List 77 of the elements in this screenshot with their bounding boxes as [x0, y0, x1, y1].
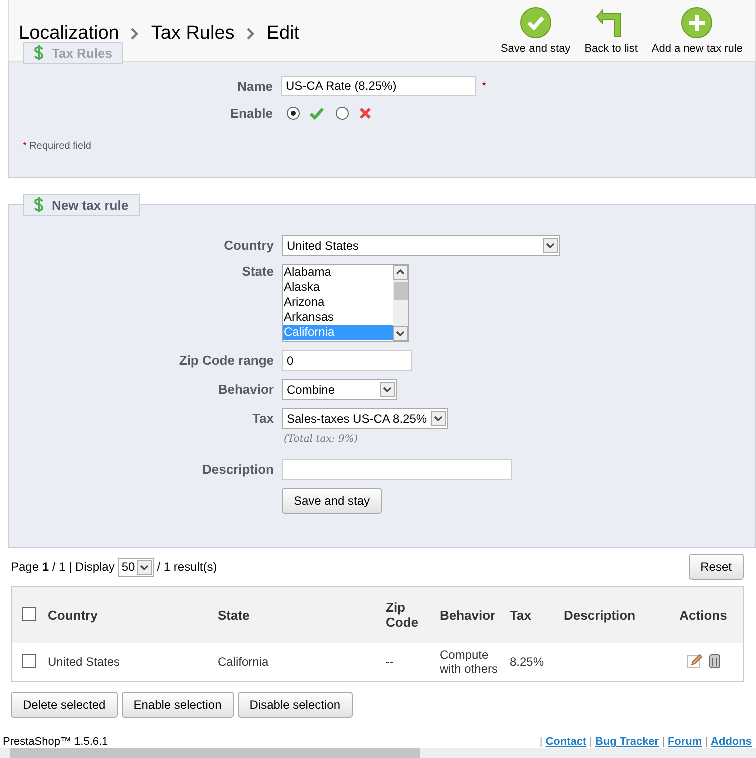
behavior-dropdown[interactable]: Combine: [282, 379, 397, 400]
name-field[interactable]: US-CA Rate (8.25%): [281, 76, 476, 96]
radio-button[interactable]: [336, 107, 349, 120]
required-mark: *: [482, 79, 487, 93]
list-option[interactable]: Alabama: [283, 265, 393, 280]
radio-button[interactable]: [287, 107, 300, 120]
separator: |: [590, 736, 592, 748]
pagination-text: Page 1 / 1 | Display: [11, 560, 115, 574]
result-count: / 1 result(s): [157, 560, 218, 574]
toolbar-button[interactable]: Back to list: [584, 7, 638, 55]
checkmark-icon: [520, 7, 552, 39]
horizontal-scrollbar[interactable]: [0, 748, 756, 758]
field-label: Tax: [252, 411, 274, 426]
column-header: Tax: [506, 586, 560, 643]
bulk-action-button[interactable]: Delete selected: [11, 692, 118, 718]
table-cell: United States: [44, 643, 214, 682]
field-label: Description: [201, 462, 274, 477]
scrollbar-thumb[interactable]: [10, 748, 420, 758]
save-and-stay-button[interactable]: Save and stay: [282, 488, 382, 514]
toolbar-button[interactable]: Add a new tax rule: [652, 7, 743, 55]
list-option[interactable]: Arkansas: [283, 310, 393, 325]
table-cell: California: [214, 643, 382, 682]
dollar-icon: [34, 45, 44, 61]
legend-title: Tax Rules: [52, 46, 112, 60]
footer-link[interactable]: Contact: [546, 736, 587, 748]
breadcrumb-item: Edit: [266, 23, 300, 45]
bulk-action-button[interactable]: Enable selection: [122, 692, 234, 718]
chevron-icon: [246, 28, 255, 40]
plus-icon: [681, 7, 714, 39]
version-text: PrestaShop™ 1.5.6.1: [3, 736, 108, 748]
table-cell: 8.25%: [506, 643, 560, 682]
list-option[interactable]: Alaska: [283, 280, 393, 295]
total-tax-note: (Total tax: 9%): [284, 434, 360, 445]
field-label: Zip Code range: [178, 353, 274, 368]
dollar-icon: [34, 197, 44, 213]
pencil-icon[interactable]: [686, 652, 702, 668]
scrollbar-thumb[interactable]: [394, 282, 408, 300]
breadcrumb-item[interactable]: Localization: [19, 23, 120, 45]
field-label: Behavior: [217, 382, 274, 397]
column-header: Description: [560, 586, 664, 643]
scrollbar[interactable]: [393, 265, 408, 341]
state-listbox[interactable]: Alabama Alaska Arizona Arkansas California: [282, 264, 409, 342]
chevron-icon: [131, 28, 140, 40]
table-cell: --: [382, 643, 436, 682]
bulk-action-button[interactable]: Disable selection: [238, 692, 352, 718]
tax-dropdown[interactable]: Sales-taxes US-CA 8.25%: [282, 408, 448, 429]
column-header: Country: [44, 586, 214, 643]
zip-code-field[interactable]: 0: [282, 350, 412, 371]
table-cell: Compute with others: [436, 643, 506, 682]
footer-link[interactable]: Forum: [668, 736, 702, 748]
field-label: Country: [223, 238, 274, 253]
select-all-checkbox[interactable]: [22, 606, 36, 620]
footer-link[interactable]: Addons: [711, 736, 752, 748]
breadcrumb-item[interactable]: Tax Rules: [151, 23, 235, 45]
list-option[interactable]: Arizona: [283, 295, 393, 310]
field-label: State: [241, 264, 274, 279]
field-label: Enable: [229, 106, 273, 121]
cross-icon: [359, 107, 372, 120]
required-note: * Required field: [22, 140, 92, 152]
separator: |: [705, 736, 708, 748]
country-dropdown[interactable]: United States: [282, 235, 560, 256]
footer-link[interactable]: Bug Tracker: [596, 736, 660, 748]
description-field[interactable]: [282, 459, 512, 480]
legend-title: New tax rule: [52, 198, 129, 212]
column-header: State: [214, 586, 382, 643]
checkmark-icon: [310, 108, 324, 120]
per-page-dropdown[interactable]: 50: [118, 558, 154, 576]
trash-can-icon[interactable]: [708, 652, 720, 668]
column-header: Zip Code: [382, 586, 436, 643]
field-label: Name: [236, 78, 273, 94]
column-header: Behavior: [436, 586, 506, 643]
row-checkbox[interactable]: [22, 654, 36, 668]
reset-button[interactable]: Reset: [688, 554, 744, 580]
column-header: Actions: [664, 586, 744, 643]
toolbar-button[interactable]: Save and stay: [500, 7, 571, 55]
separator: |: [662, 736, 665, 748]
separator: |: [540, 736, 543, 748]
